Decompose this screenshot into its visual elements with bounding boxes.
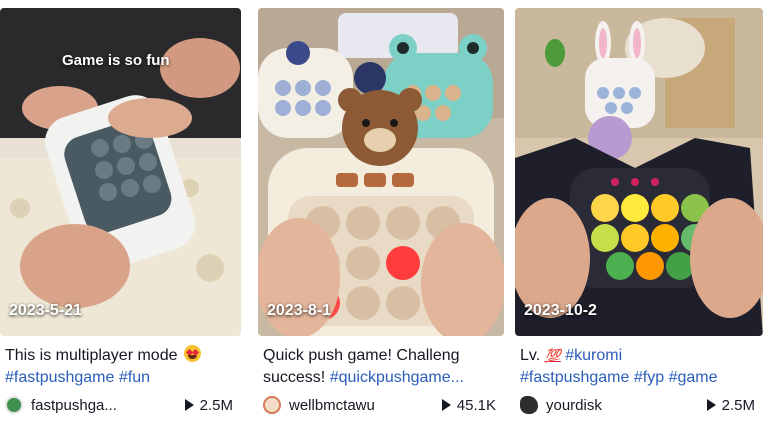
video-meta: yourdisk 2.5M: [520, 394, 755, 416]
hashtag-link[interactable]: #fyp: [634, 369, 664, 386]
hashtag-link[interactable]: #quickpushgame...: [330, 369, 464, 386]
hashtag-link[interactable]: #fastpushgame: [520, 369, 629, 386]
video-thumbnail[interactable]: 2023-10-2: [515, 8, 763, 336]
video-date: 2023-8-1: [267, 302, 332, 319]
thumbnail-image: [258, 8, 504, 336]
description-text: Quick push game! Challeng: [263, 347, 460, 364]
video-description: Quick push game! Challeng success! #quic…: [258, 345, 504, 389]
video-date: 2023-5-21: [9, 302, 82, 319]
avatar[interactable]: [5, 396, 23, 414]
play-count: 2.5M: [184, 396, 233, 414]
video-thumbnail[interactable]: Game is so fun 2023-5-21: [0, 8, 241, 336]
video-overlay-text: Game is so fun: [62, 52, 170, 69]
author-name[interactable]: yourdisk: [546, 397, 699, 414]
play-count-value: 2.5M: [721, 396, 755, 414]
hashtag-link[interactable]: #game: [669, 369, 718, 386]
video-card[interactable]: Game is so fun 2023-5-21 This is multipl…: [0, 8, 241, 426]
avatar[interactable]: [520, 396, 538, 414]
author-name[interactable]: wellbmctawu: [289, 397, 434, 414]
video-card[interactable]: 2023-8-1 Quick push game! Challeng succe…: [258, 8, 504, 426]
description-text: This is multiplayer mode: [5, 347, 178, 364]
author-name[interactable]: fastpushga...: [31, 397, 177, 414]
hundred-points-emoji-icon: 💯: [544, 348, 561, 363]
play-count-value: 45.1K: [456, 396, 496, 414]
description-text: Lv.: [520, 347, 541, 364]
play-count: 2.5M: [706, 396, 755, 414]
description-text-continued: success!: [263, 369, 330, 386]
hashtag-link[interactable]: #kuromi: [565, 347, 622, 364]
star-struck-emoji-icon: [183, 345, 201, 362]
thumbnail-image: [515, 8, 763, 336]
video-meta: wellbmctawu 45.1K: [263, 394, 496, 416]
video-card[interactable]: 2023-10-2 Lv. 💯 #kuromi #fastpushgame #f…: [515, 8, 763, 426]
play-count: 45.1K: [441, 396, 496, 414]
hashtag-link[interactable]: #fastpushgame: [5, 369, 114, 386]
play-count-value: 2.5M: [199, 396, 233, 414]
video-date: 2023-10-2: [524, 302, 597, 319]
video-meta: fastpushga... 2.5M: [5, 394, 233, 416]
play-icon: [184, 399, 194, 411]
play-icon: [706, 399, 716, 411]
hashtag-link[interactable]: #fun: [119, 369, 150, 386]
video-description: This is multiplayer mode #fastpushgame #…: [0, 345, 241, 389]
avatar[interactable]: [263, 396, 281, 414]
play-icon: [441, 399, 451, 411]
video-description: Lv. 💯 #kuromi #fastpushgame #fyp #game: [515, 345, 763, 389]
video-thumbnail[interactable]: 2023-8-1: [258, 8, 504, 336]
